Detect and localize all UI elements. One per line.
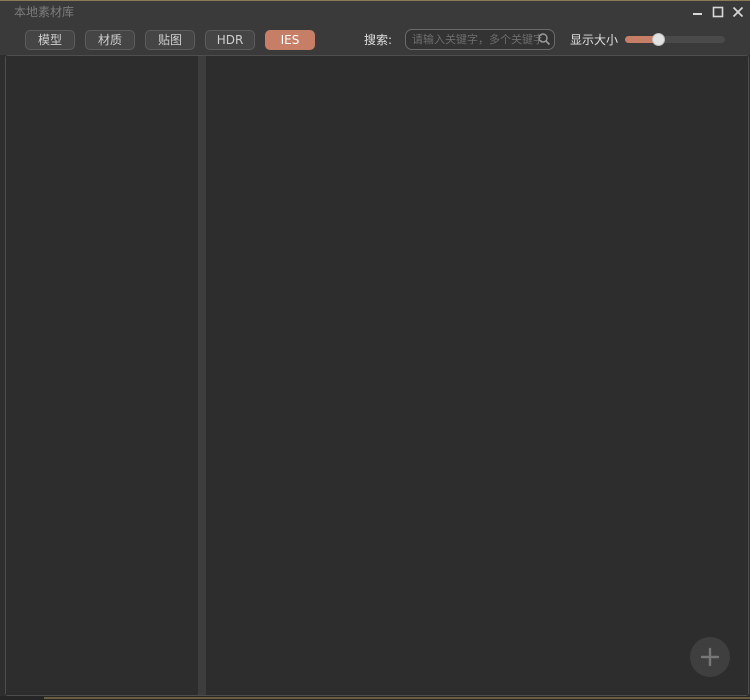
plus-icon (700, 647, 720, 667)
tab-hdr[interactable]: HDR (205, 30, 255, 50)
toolbar: 模型 材质 贴图 HDR IES 搜索: 显示大小 (0, 24, 750, 55)
panel-splitter[interactable] (198, 56, 206, 695)
display-size-slider[interactable] (625, 33, 725, 46)
tab-ies[interactable]: IES (265, 30, 315, 50)
maximize-button[interactable] (710, 4, 726, 20)
category-tree-panel[interactable] (6, 56, 198, 695)
title-bar[interactable]: 本地素材库 (0, 1, 750, 24)
close-icon (732, 6, 744, 18)
add-asset-button[interactable] (690, 637, 730, 677)
search-icon[interactable] (537, 32, 551, 46)
search-box (405, 29, 555, 50)
tab-model[interactable]: 模型 (25, 30, 75, 50)
content-area (5, 55, 749, 696)
search-input[interactable] (412, 31, 542, 48)
resize-edge[interactable] (44, 697, 750, 699)
window-title: 本地素材库 (14, 5, 75, 19)
tab-material[interactable]: 材质 (85, 30, 135, 50)
tab-texture[interactable]: 贴图 (145, 30, 195, 50)
minimize-icon (693, 13, 702, 15)
asset-grid-panel[interactable] (206, 56, 748, 695)
slider-handle[interactable] (652, 33, 665, 46)
search-label: 搜索: (364, 33, 393, 47)
local-asset-library-window: 本地素材库 模型 材质 贴图 HDR IES 搜索: 请输入关键字，多个关键字 … (0, 0, 750, 700)
maximize-icon (712, 6, 724, 18)
close-button[interactable] (730, 4, 746, 20)
display-size-label: 显示大小 (570, 33, 619, 47)
minimize-button[interactable] (690, 4, 706, 20)
